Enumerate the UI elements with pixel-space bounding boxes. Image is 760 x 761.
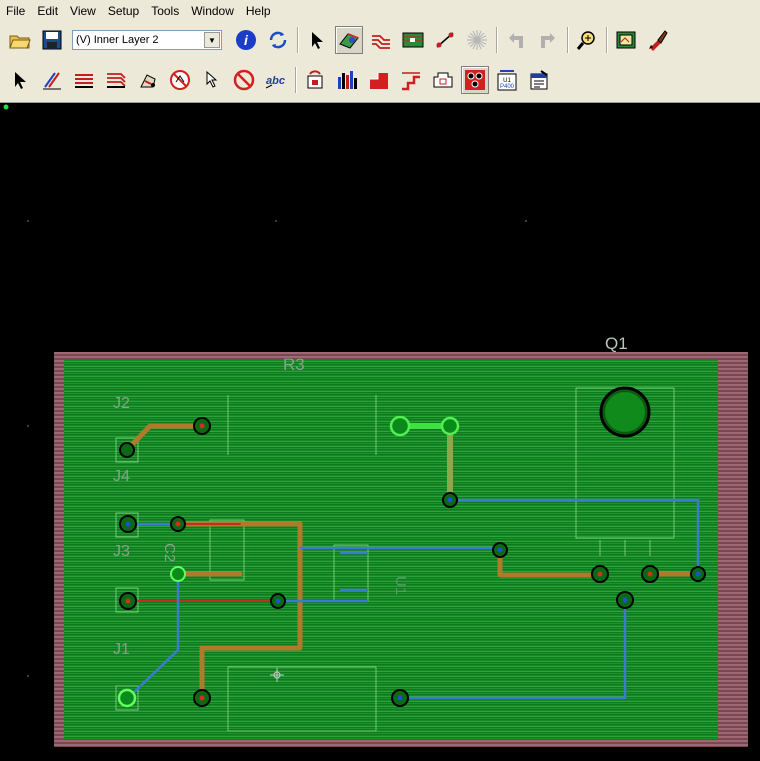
toolbar-separator — [567, 27, 568, 53]
designator-j2: J2 — [113, 395, 130, 412]
auto-dimension-icon[interactable] — [134, 66, 162, 94]
board-layers-icon[interactable] — [399, 26, 427, 54]
properties-sheet-icon[interactable] — [525, 66, 553, 94]
select-arrow-icon[interactable] — [6, 66, 34, 94]
layer-selector-value: (V) Inner Layer 2 — [76, 34, 159, 46]
chevron-down-icon[interactable]: ▼ — [204, 32, 220, 48]
plane-area-icon[interactable] — [102, 66, 130, 94]
draw-line-icon[interactable] — [431, 26, 459, 54]
fill-region-icon[interactable] — [365, 66, 393, 94]
keepout-icon[interactable] — [230, 66, 258, 94]
menu-bar: File Edit View Setup Tools Window Help — [0, 0, 760, 22]
undo-icon[interactable] — [502, 26, 530, 54]
board-view-icon[interactable] — [612, 26, 640, 54]
column-chart-icon[interactable] — [333, 66, 361, 94]
menu-file[interactable]: File — [0, 0, 31, 22]
designator-j3: J3 — [113, 543, 130, 560]
brush-tool-icon[interactable] — [644, 26, 672, 54]
menu-help[interactable]: Help — [240, 0, 277, 22]
designator-u1: U1 — [392, 576, 409, 595]
pcb-design-canvas[interactable]: Q1 R3 J2 J4 J3 J1 C2 U1 — [0, 103, 760, 756]
refresh-icon[interactable] — [264, 26, 292, 54]
toolbar-separator — [297, 27, 298, 53]
no-drc-icon[interactable] — [166, 66, 194, 94]
design-mode-icon[interactable] — [335, 26, 363, 54]
toolbar-separator — [496, 27, 497, 53]
designator-j1: J1 — [113, 641, 130, 658]
designator-r3: R3 — [283, 355, 305, 374]
designator-c2: C2 — [161, 543, 178, 562]
part-library-icon[interactable]: U1 P400 — [493, 66, 521, 94]
menu-window[interactable]: Window — [185, 0, 240, 22]
layer-selector[interactable]: (V) Inner Layer 2 ▼ — [72, 30, 222, 50]
zoom-magnifier-icon[interactable] — [573, 26, 601, 54]
menu-setup[interactable]: Setup — [102, 0, 145, 22]
designator-j4: J4 — [113, 468, 130, 485]
info-icon[interactable]: i — [232, 26, 260, 54]
toolbar-separator — [295, 67, 296, 93]
menu-edit[interactable]: Edit — [31, 0, 64, 22]
design-toolbar: abc U1 P400 — [0, 58, 760, 103]
rotate-part-icon[interactable] — [301, 66, 329, 94]
redo-icon[interactable] — [534, 26, 562, 54]
pointer-add-icon[interactable] — [198, 66, 226, 94]
component-outline-icon[interactable] — [429, 66, 457, 94]
save-disk-icon[interactable] — [38, 26, 66, 54]
select-arrow-icon[interactable] — [303, 26, 331, 54]
svg-text:P400: P400 — [500, 84, 515, 90]
add-text-icon[interactable]: abc — [262, 66, 290, 94]
menu-tools[interactable]: Tools — [145, 0, 185, 22]
open-folder-icon[interactable] — [6, 26, 34, 54]
route-traces-icon[interactable] — [367, 26, 395, 54]
starburst-icon[interactable] — [463, 26, 491, 54]
copper-pour-icon[interactable] — [70, 66, 98, 94]
origin-marker — [3, 104, 9, 110]
standard-toolbar: (V) Inner Layer 2 ▼ i — [0, 22, 760, 58]
add-trace-icon[interactable] — [38, 66, 66, 94]
stair-route-icon[interactable] — [397, 66, 425, 94]
toolbar-separator — [606, 27, 607, 53]
pad-stack-icon[interactable] — [461, 66, 489, 94]
designator-q1: Q1 — [605, 334, 628, 353]
menu-view[interactable]: View — [64, 0, 102, 22]
svg-text:abc: abc — [266, 75, 285, 87]
